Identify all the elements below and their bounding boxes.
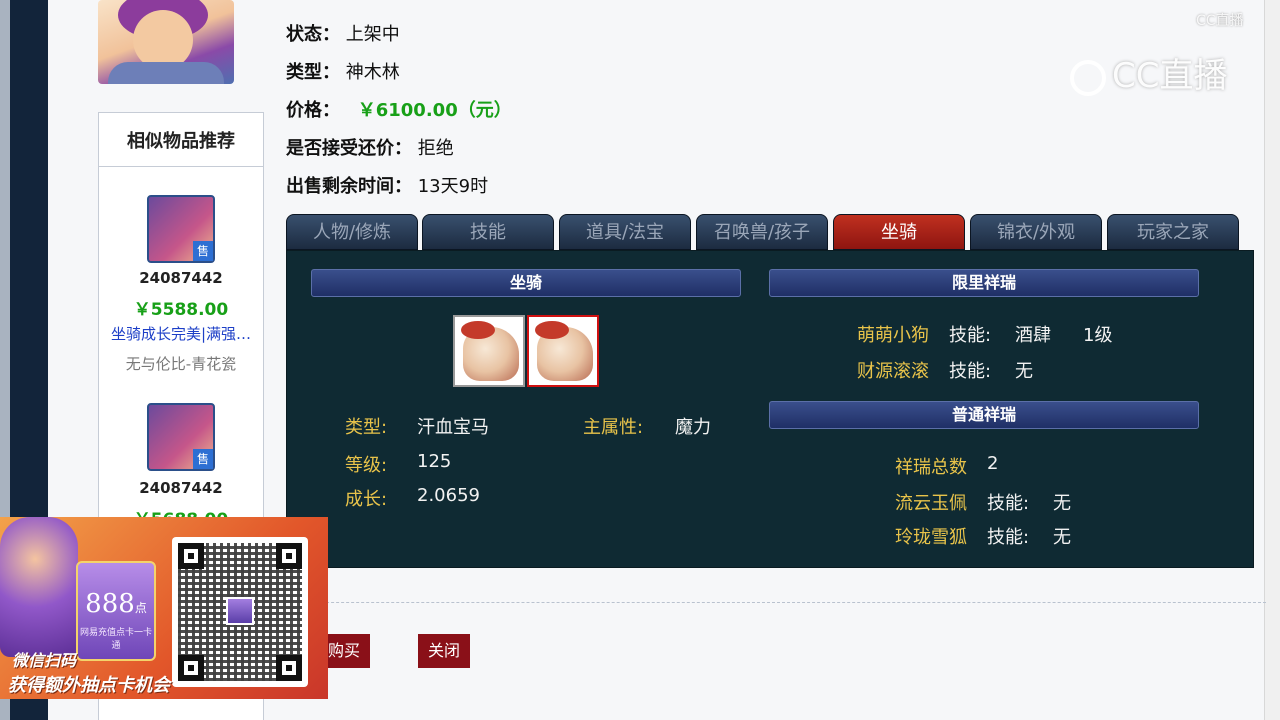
tab-character[interactable]: 人物/修炼 (286, 214, 418, 250)
point-card-image: 888点 网易充值点卡一卡通 (76, 561, 156, 661)
skill-label: 技能: (949, 361, 992, 382)
close-button[interactable]: 关闭 (418, 634, 470, 668)
promo-overlay[interactable]: 888点 网易充值点卡一卡通 微信扫码 获得额外抽点卡机会 (0, 517, 328, 699)
card-number: 888 (85, 589, 135, 619)
skill-value: 无 (1015, 361, 1033, 382)
type-label: 类型： (286, 62, 340, 83)
card-unit: 点 (134, 601, 147, 615)
type-value: 神木林 (345, 62, 400, 83)
normal-xiangrui-header: 普通祥瑞 (769, 401, 1199, 429)
mount-image-selected[interactable] (527, 315, 599, 387)
tab-outfit[interactable]: 锦衣/外观 (970, 214, 1102, 250)
xiangrui-total-label: 祥瑞总数 (895, 457, 967, 478)
price-label: 价格： (286, 100, 340, 121)
skill-label: 技能: (987, 493, 1030, 514)
mount-level-label: 等级: (345, 455, 388, 476)
watermark-large: CC直播 (1112, 56, 1228, 96)
xiangrui-total-value: 2 (987, 453, 999, 474)
rec-item-price: ￥5588.00 (133, 300, 229, 320)
skill-value: 酒肆 (1015, 325, 1051, 346)
qr-code[interactable] (172, 537, 308, 687)
rec-item-desc-link[interactable]: 坐骑成长完美|满强… (99, 323, 263, 344)
promo-line-1: 微信扫码 (12, 651, 77, 670)
mount-image[interactable] (453, 315, 525, 387)
vertical-scrollbar[interactable] (1264, 0, 1280, 720)
tab-summons[interactable]: 召唤兽/孩子 (696, 214, 828, 250)
mount-growth-value: 2.0659 (417, 485, 480, 506)
tab-skills[interactable]: 技能 (422, 214, 554, 250)
status-value: 上架中 (345, 24, 400, 45)
mount-type-label: 类型: (345, 417, 388, 438)
tab-items[interactable]: 道具/法宝 (559, 214, 691, 250)
skill-level: 1级 (1083, 325, 1113, 346)
mount-level-value: 125 (417, 451, 452, 472)
rec-item-id: 24087442 (139, 479, 223, 497)
mount-type-value: 汗血宝马 (417, 417, 489, 438)
promo-line-2: 获得额外抽点卡机会 (8, 675, 170, 696)
character-avatar (98, 0, 234, 84)
promo-character-image (0, 517, 78, 657)
rec-item-server: 无与伦比-青花瓷 (125, 355, 237, 373)
xiangrui-name: 玲珑雪狐 (895, 527, 967, 548)
xiangrui-name: 萌萌小狗 (857, 325, 929, 346)
tab-home[interactable]: 玩家之家 (1107, 214, 1239, 250)
rec-item-thumbnail[interactable]: 售 (147, 403, 215, 471)
type-row: 类型： 神木林 (286, 58, 400, 84)
xiangrui-name: 流云玉佩 (895, 493, 967, 514)
price-value: ￥6100.00（元） (357, 100, 512, 121)
status-label: 状态： (286, 24, 340, 45)
rec-item-thumbnail[interactable]: 售 (147, 195, 215, 263)
xiangrui-name: 财源滚滚 (857, 361, 929, 382)
mount-panel: 坐骑 限里祥瑞 萌萌小狗 技能: 酒肆 1级 财源滚滚 技能: 无 普通祥瑞 类… (286, 250, 1254, 568)
sale-badge: 售 (193, 449, 213, 469)
remaining-value: 13天9时 (417, 176, 489, 197)
skill-value: 无 (1053, 493, 1071, 514)
mount-growth-label: 成长: (345, 489, 388, 510)
card-tag: 网易充值点卡一卡通 (79, 628, 152, 651)
remaining-label: 出售剩余时间： (286, 176, 412, 197)
skill-label: 技能: (949, 325, 992, 346)
mount-section-header: 坐骑 (311, 269, 741, 297)
tab-mount[interactable]: 坐骑 (833, 214, 965, 250)
limited-xiangrui-header: 限里祥瑞 (769, 269, 1199, 297)
mount-attr-label: 主属性: (583, 417, 644, 438)
remaining-time-row: 出售剩余时间： 13天9时 (286, 172, 488, 198)
bargain-label: 是否接受还价： (286, 138, 412, 159)
status-row: 状态： 上架中 (286, 20, 400, 46)
skill-label: 技能: (987, 527, 1030, 548)
bargain-value: 拒绝 (417, 138, 454, 159)
mount-attr-value: 魔力 (675, 417, 711, 438)
bargain-row: 是否接受还价： 拒绝 (286, 134, 454, 160)
skill-value: 无 (1053, 527, 1071, 548)
rec-item-id: 24087442 (139, 269, 223, 287)
watermark-small: CC直播 (1196, 13, 1244, 29)
watermark-logo: CC直播 (1070, 48, 1227, 97)
price-row: 价格： ￥6100.00（元） (286, 96, 512, 122)
cc-logo-icon (1070, 59, 1106, 96)
similar-items-title: 相似物品推荐 (99, 113, 263, 167)
divider (286, 602, 1266, 603)
sale-badge: 售 (193, 241, 213, 261)
